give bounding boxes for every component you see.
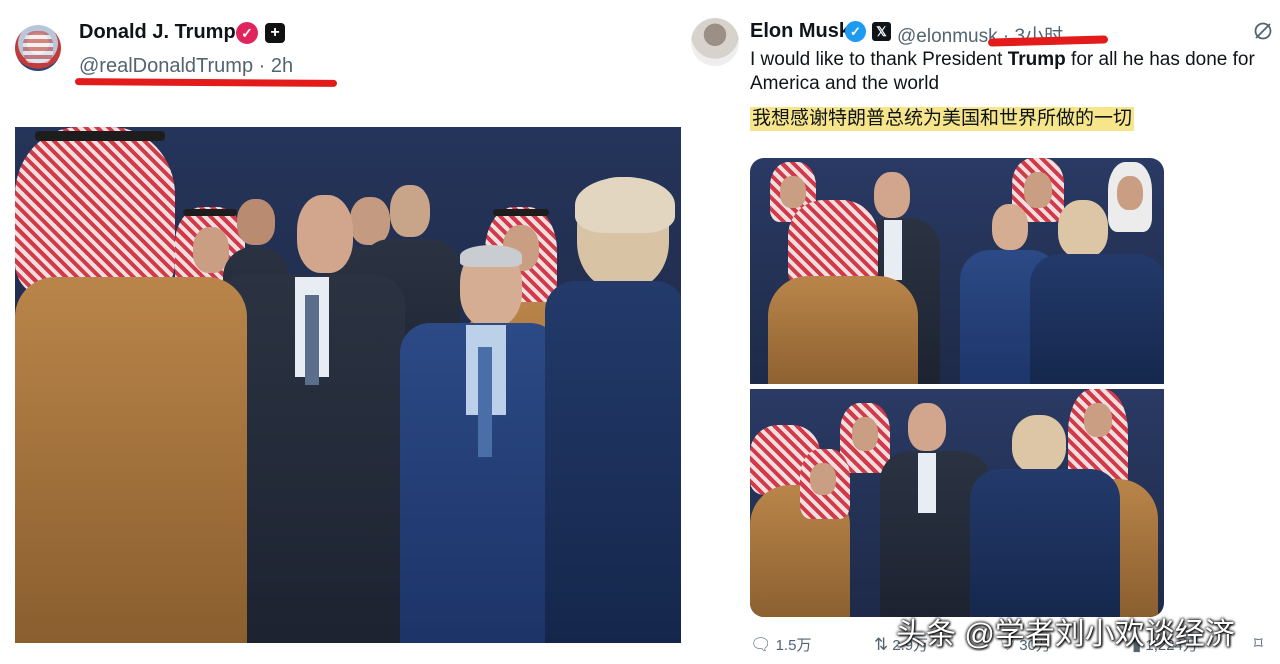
reply-count: 1.5万: [775, 637, 812, 654]
author-name[interactable]: Donald J. Trump: [79, 21, 236, 44]
post-photo[interactable]: [15, 127, 681, 643]
post-photo-grid: [750, 158, 1164, 617]
avatar[interactable]: [15, 25, 61, 71]
post-photo[interactable]: [750, 158, 1164, 384]
post-text-bold: Trump: [1007, 49, 1066, 70]
author-name[interactable]: Elon Musk: [750, 20, 850, 43]
verified-badge-icon: ✓: [845, 21, 866, 42]
post-text-start: I would like to thank President: [750, 49, 1008, 70]
red-underline-annotation: [74, 78, 338, 87]
reply-icon: 🗨: [750, 635, 772, 654]
bookmark-icon: ⌑: [1254, 634, 1263, 653]
red-underline-annotation: [987, 35, 1109, 47]
author-handle[interactable]: @elonmusk: [897, 26, 998, 47]
x-logo-icon: 𝕏: [872, 22, 891, 41]
avatar[interactable]: [691, 18, 739, 66]
grok-icon[interactable]: [1253, 21, 1273, 41]
post-text: I would like to thank President Trump fo…: [750, 48, 1270, 96]
verified-badge-icon: ✓: [236, 22, 258, 44]
affiliate-badge-icon: +: [265, 23, 285, 43]
watermark: 头条 @学者刘小欢谈经济: [896, 618, 1235, 651]
translation-text: 我想感谢特朗普总统为美国和世界所做的一切: [750, 107, 1135, 131]
repost-icon: ⇅: [874, 635, 889, 654]
post-photo[interactable]: [750, 389, 1164, 617]
author-handle[interactable]: @realDonaldTrump: [79, 55, 253, 77]
bookmark-button[interactable]: ⌑: [1254, 634, 1267, 654]
post-time[interactable]: 2h: [271, 55, 293, 77]
author-handle-time[interactable]: @realDonaldTrump · 2h: [79, 55, 293, 78]
separator: ·: [258, 55, 266, 77]
reply-button[interactable]: 🗨 1.5万: [750, 634, 811, 655]
left-post: Donald J. Trump ✓ + @realDonaldTrump · 2…: [0, 0, 690, 664]
